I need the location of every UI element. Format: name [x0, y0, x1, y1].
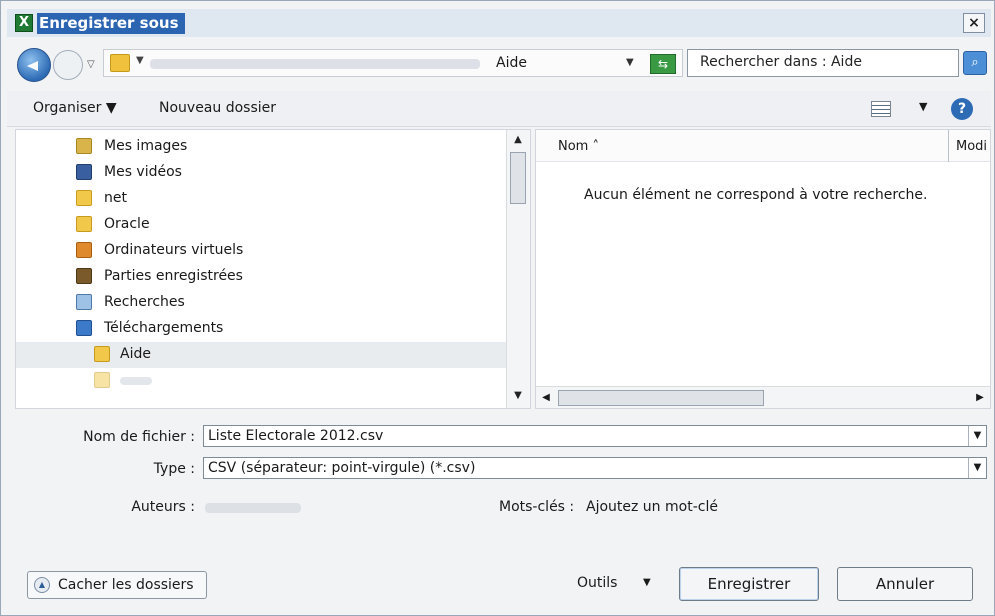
scroll-thumb[interactable] — [558, 390, 764, 406]
tree-item[interactable] — [16, 368, 506, 394]
chevron-down-icon[interactable]: ▼ — [136, 55, 144, 66]
vertical-scrollbar[interactable]: ▲ ▼ — [506, 130, 530, 408]
scroll-left-icon[interactable]: ◀ — [538, 390, 554, 406]
authors-value-redacted[interactable] — [205, 503, 301, 513]
keywords-input[interactable]: Ajoutez un mot-clé — [586, 499, 718, 515]
tree-item[interactable]: Téléchargements — [76, 316, 530, 342]
refresh-icon[interactable]: ⇆ — [650, 54, 676, 74]
tree-item-redacted — [120, 377, 152, 385]
command-toolbar: Organiser ▼ Nouveau dossier ▼ ? — [7, 91, 991, 127]
scroll-down-icon[interactable]: ▼ — [510, 388, 526, 404]
window-title: Enregistrer sous — [37, 13, 185, 34]
tree-item[interactable]: Parties enregistrées — [76, 264, 530, 290]
help-icon[interactable]: ? — [951, 98, 973, 120]
horizontal-scrollbar[interactable]: ◀ ▶ — [536, 386, 990, 408]
search-icon[interactable]: ⌕ — [963, 51, 987, 75]
scroll-right-icon[interactable]: ▶ — [972, 390, 988, 406]
breadcrumb-path-redacted — [150, 59, 480, 69]
address-dropdown-icon[interactable]: ▼ — [626, 57, 634, 68]
save-button[interactable]: Enregistrer — [679, 567, 819, 601]
cancel-button[interactable]: Annuler — [837, 567, 973, 601]
back-button[interactable] — [17, 48, 51, 82]
type-value: CSV (séparateur: point-virgule) (*.csv) — [208, 460, 476, 476]
folder-icon — [76, 216, 92, 232]
empty-results-message: Aucun élément ne correspond à votre rech… — [584, 187, 928, 203]
tree-item-label: Oracle — [104, 216, 150, 232]
tree-item-label: Ordinateurs virtuels — [104, 242, 244, 258]
close-button[interactable]: × — [963, 13, 985, 33]
column-separator[interactable] — [948, 130, 949, 162]
authors-label: Auteurs : — [131, 499, 195, 515]
tree-item-label: Aide — [120, 346, 151, 362]
virtual-machines-icon — [76, 242, 92, 258]
tools-menu[interactable]: Outils — [577, 575, 617, 591]
navigation-pane: Mes images Mes vidéos net Oracle Ordinat… — [15, 129, 531, 409]
view-dropdown-icon[interactable]: ▼ — [919, 100, 927, 113]
tree-item[interactable]: Recherches — [76, 290, 530, 316]
new-folder-button[interactable]: Nouveau dossier — [159, 100, 276, 116]
tree-item-label: Mes images — [104, 138, 188, 154]
saved-games-icon — [76, 268, 92, 284]
tree-item[interactable]: Ordinateurs virtuels — [76, 238, 530, 264]
keywords-label: Mots-clés : — [499, 499, 575, 515]
organise-label: Organiser — [33, 100, 102, 116]
organise-menu[interactable]: Organiser ▼ — [33, 100, 117, 116]
view-options-icon[interactable] — [871, 101, 891, 117]
downloads-icon — [76, 320, 92, 336]
hide-folders-button[interactable]: ▲ Cacher les dossiers — [27, 571, 207, 599]
folder-icon — [94, 346, 110, 362]
tree-item[interactable]: Mes images — [76, 134, 530, 160]
tree-item-label: Recherches — [104, 294, 185, 310]
tools-dropdown-icon[interactable]: ▼ — [643, 577, 651, 588]
folder-icon — [94, 372, 110, 388]
column-name-label: Nom — [558, 139, 589, 154]
videos-icon — [76, 164, 92, 180]
column-header-row: Nom ˄ Modi — [536, 130, 990, 162]
tree-item-label: Téléchargements — [104, 320, 224, 336]
chevron-down-icon[interactable]: ▼ — [968, 458, 986, 478]
filename-value: Liste Electorale 2012.csv — [208, 428, 384, 444]
save-as-dialog: X Enregistrer sous × ▽ ▼ Aide ▼ ⇆ Recher… — [0, 0, 995, 616]
chevron-down-icon[interactable]: ▼ — [968, 426, 986, 446]
filename-input[interactable]: Liste Electorale 2012.csv ▼ — [203, 425, 987, 447]
column-modified-header[interactable]: Modi — [956, 139, 987, 154]
tree-item[interactable]: Oracle — [76, 212, 530, 238]
pictures-icon — [76, 138, 92, 154]
title-bar: X Enregistrer sous × — [7, 9, 991, 37]
breadcrumb-current[interactable]: Aide — [496, 55, 527, 71]
searches-icon — [76, 294, 92, 310]
breadcrumb[interactable]: ▼ Aide ▼ ⇆ — [103, 49, 683, 77]
chevron-up-icon: ▲ — [34, 577, 50, 593]
tree-item[interactable]: Mes vidéos — [76, 160, 530, 186]
scroll-up-icon[interactable]: ▲ — [510, 132, 526, 148]
scroll-thumb[interactable] — [510, 152, 526, 204]
hide-folders-label: Cacher les dossiers — [58, 577, 194, 593]
tree-item-label: net — [104, 190, 127, 206]
excel-app-icon: X — [15, 14, 33, 32]
forward-button[interactable] — [53, 50, 83, 80]
filename-label: Nom de fichier : — [83, 429, 195, 445]
folder-icon — [76, 190, 92, 206]
tree-item-label: Mes vidéos — [104, 164, 182, 180]
folder-icon — [110, 54, 130, 72]
type-select[interactable]: CSV (séparateur: point-virgule) (*.csv) … — [203, 457, 987, 479]
tree-item-label: Parties enregistrées — [104, 268, 243, 284]
history-dropdown-icon[interactable]: ▽ — [87, 59, 95, 70]
tree-item-selected[interactable]: Aide — [16, 342, 506, 368]
type-label: Type : — [153, 461, 195, 477]
search-input[interactable]: Rechercher dans : Aide — [687, 49, 959, 77]
address-row: ▽ ▼ Aide ▼ ⇆ Rechercher dans : Aide ⌕ — [7, 45, 991, 82]
tree-item[interactable]: net — [76, 186, 530, 212]
file-list-pane: Nom ˄ Modi Aucun élément ne correspond à… — [535, 129, 991, 409]
column-name-header[interactable]: Nom ˄ — [558, 139, 599, 154]
